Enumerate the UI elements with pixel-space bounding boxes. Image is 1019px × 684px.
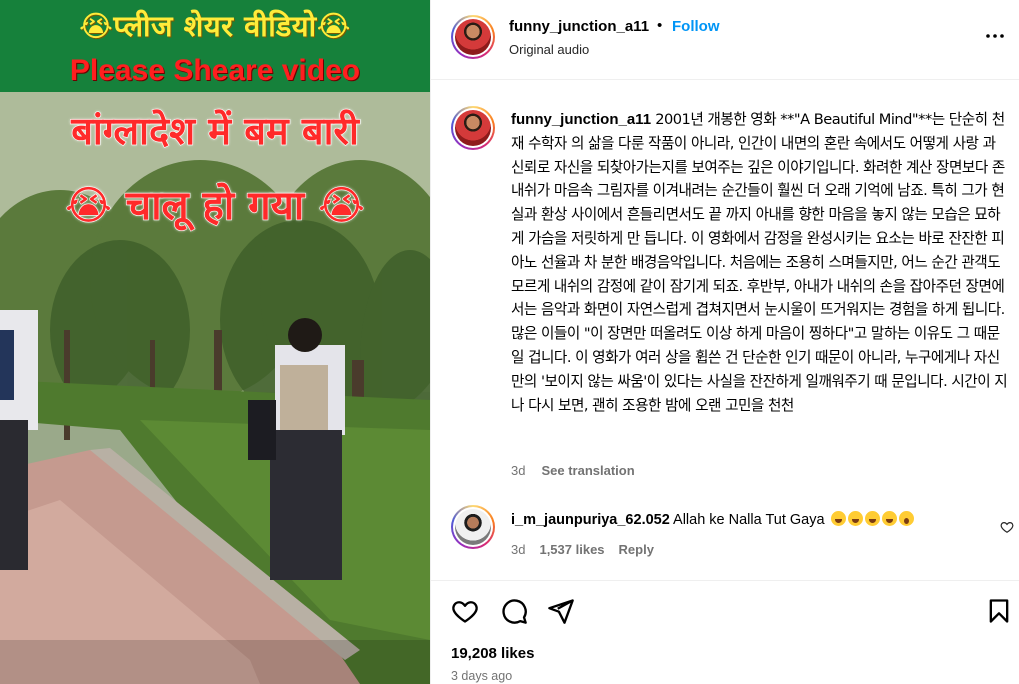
caption-meta: 3d See translation	[511, 463, 635, 478]
comment-heart-icon[interactable]	[1000, 520, 1014, 534]
author-avatar[interactable]	[451, 15, 495, 59]
caption-avatar[interactable]	[451, 106, 495, 150]
caption: funny_junction_a11 2001년 개봉한 영화 **"A Bea…	[511, 108, 1011, 417]
video-frame	[0, 92, 430, 684]
comment: i_m_jaunpuriya_62.052 Allah ke Nalla Tut…	[511, 511, 914, 528]
audio-link[interactable]: Original audio	[509, 42, 589, 57]
video-overlay-text-2: 😭 चालू हो गया 😭	[65, 182, 366, 229]
caption-age: 3d	[511, 463, 526, 478]
commenter-avatar[interactable]	[451, 505, 495, 549]
post-details-panel: funny_junction_a11 • Follow Original aud…	[430, 0, 1019, 684]
post-header: funny_junction_a11 • Follow Original aud…	[431, 0, 1019, 80]
comment-age: 3d	[511, 542, 526, 557]
bookmark-icon[interactable]	[985, 597, 1013, 625]
commenter-username[interactable]: i_m_jaunpuriya_62.052	[511, 512, 670, 528]
comment-icon[interactable]	[500, 597, 528, 625]
reply-button[interactable]: Reply	[619, 542, 654, 557]
comment-likes[interactable]: 1,537 likes	[539, 542, 604, 557]
comment-meta: 3d 1,537 likes Reply	[511, 542, 668, 557]
post-timestamp[interactable]: 3 days ago	[451, 669, 512, 683]
astonished-emoji-icon	[898, 511, 914, 526]
video-banner-english-text: Please Sheare video	[69, 54, 361, 87]
laughing-emoji-icon	[864, 511, 880, 526]
laughing-emoji-icon	[847, 511, 863, 526]
caption-username[interactable]: funny_junction_a11	[511, 111, 651, 128]
reel-video[interactable]: 😭प्लीज शेयर वीडियो😭 Please Sheare video …	[0, 0, 430, 684]
follow-button[interactable]: Follow	[672, 18, 720, 35]
likes-count[interactable]: 19,208 likes	[451, 645, 534, 662]
video-banner-hindi-text: 😭प्लीज शेयर वीडियो😭	[78, 9, 351, 43]
laughing-emoji-icon	[830, 511, 846, 526]
caption-text: 2001년 개봉한 영화 **"A Beautiful Mind"**는 단순히…	[511, 111, 1008, 414]
share-icon[interactable]	[547, 597, 575, 625]
action-bar	[431, 580, 1019, 640]
author-username[interactable]: funny_junction_a11	[509, 18, 649, 35]
more-options-icon[interactable]	[983, 24, 1007, 48]
heart-icon[interactable]	[451, 597, 479, 625]
comment-text: Allah ke Nalla Tut Gaya	[673, 512, 825, 528]
separator-dot: •	[657, 17, 663, 34]
see-translation-button[interactable]: See translation	[541, 463, 634, 478]
video-overlay-text-1: बांग्लादेश में बम बारी	[71, 108, 360, 153]
laughing-emoji-icon	[881, 511, 897, 526]
